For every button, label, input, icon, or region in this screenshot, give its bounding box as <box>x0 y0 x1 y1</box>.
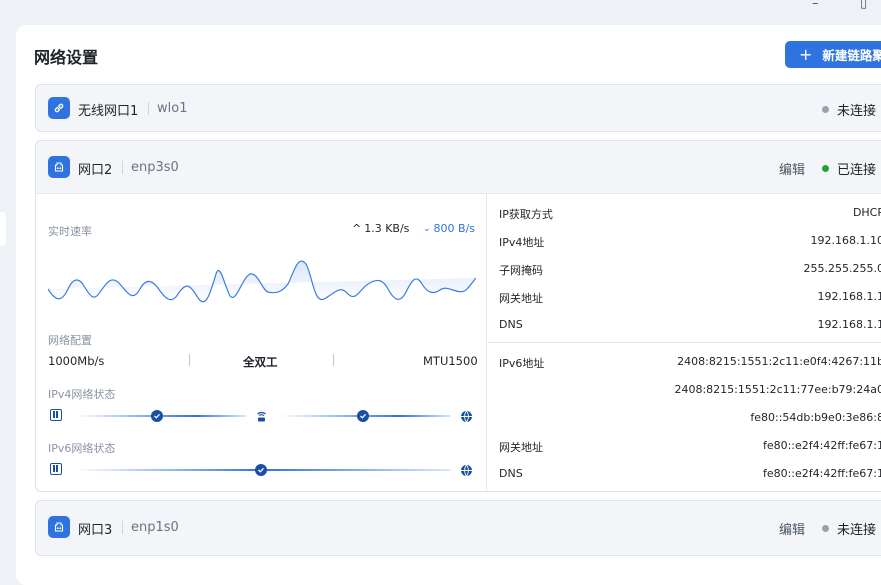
new-button-label: 新建链路聚合 <box>822 48 881 63</box>
page-title: 网络设置 <box>34 48 99 67</box>
subnet-mask-row: 子网掩码 255.255.255.0 <box>499 262 881 277</box>
status-text: 未连接 <box>837 523 877 538</box>
status-badge: 未连接 <box>822 519 876 538</box>
edit-button[interactable]: 编辑 <box>779 519 805 538</box>
link-icon <box>48 97 70 119</box>
port-device: enp3s0 <box>122 161 179 174</box>
minimize-button[interactable]: – <box>812 0 819 11</box>
port-device: wlo1 <box>148 102 187 115</box>
status-dot <box>822 165 829 172</box>
ipv6-gateway-row: 网关地址 fe80::e2f4:42ff:fe67:1 <box>499 439 881 454</box>
device-icon <box>50 463 62 475</box>
new-link-aggregation-button[interactable]: + 新建链路聚合 <box>785 41 881 68</box>
globe-icon <box>460 408 472 423</box>
edit-button[interactable]: 编辑 <box>779 159 805 178</box>
ipv4-status-label: IPv4网络状态 <box>48 388 116 401</box>
arrow-down-icon: ⌄ <box>423 223 431 234</box>
traffic-chart <box>48 260 476 303</box>
ipv6-address-row: IPv6地址 2408:8215:1551:2c11:e0f4:4267:11b <box>499 355 881 370</box>
mtu-value: MTU1500 <box>423 354 478 368</box>
ipv6-dns-row: DNS fe80::e2f4:42ff:fe67:1 <box>499 467 881 480</box>
check-icon <box>357 410 369 422</box>
address-pane: IP获取方式 DHCP IPv4地址 192.168.1.10 子网掩码 255.25… <box>488 194 881 491</box>
sidebar-edge <box>0 212 6 246</box>
net-config-label: 网络配置 <box>48 334 92 347</box>
divider <box>488 342 881 343</box>
ipv6-status-label: IPv6网络状态 <box>48 442 116 455</box>
status-text: 已连接 <box>837 163 877 178</box>
port-device: enp1s0 <box>122 521 179 534</box>
port-2-panel: 网口2 enp3s0 编辑 已连接 实时速率 ^ 1.3 KB/s ⌄ 800 … <box>35 140 881 492</box>
globe-icon <box>460 462 472 477</box>
traffic-pane: 实时速率 ^ 1.3 KB/s ⌄ 800 B/s 网络配置 1000Mb/s … <box>36 194 487 491</box>
check-icon <box>255 464 267 476</box>
ipv4-address-row: IPv4地址 192.168.1.10 <box>499 234 881 249</box>
download-speed: ⌄ 800 B/s <box>423 222 476 235</box>
port-name: 无线网口1 <box>78 104 139 119</box>
port-detail: 实时速率 ^ 1.3 KB/s ⌄ 800 B/s 网络配置 1000Mb/s … <box>36 193 881 491</box>
status-badge: 已连接 <box>822 159 876 178</box>
restore-button[interactable]: ▯ <box>860 0 867 11</box>
port-name: 网口3 <box>78 523 113 538</box>
status-dot <box>822 525 829 532</box>
arrow-up-icon: ^ <box>352 222 362 235</box>
status-badge: 未连接 <box>822 100 876 119</box>
status-dot <box>822 106 829 113</box>
duplex-mode: 全双工 <box>243 355 278 369</box>
divider <box>333 354 334 366</box>
ethernet-icon <box>48 516 70 538</box>
port-name: 网口2 <box>78 163 113 178</box>
wireless-port-panel[interactable]: 无线网口1 wlo1 未连接 <box>35 84 881 132</box>
check-icon <box>151 410 163 422</box>
port-3-panel[interactable]: 网口3 enp1s0 编辑 未连接 <box>35 500 881 556</box>
realtime-label: 实时速率 <box>48 225 92 238</box>
upload-speed: ^ 1.3 KB/s <box>352 222 410 235</box>
router-icon <box>255 408 267 422</box>
gateway-row: 网关地址 192.168.1.1 <box>499 290 881 305</box>
status-text: 未连接 <box>837 104 877 119</box>
ethernet-icon <box>48 156 70 178</box>
plus-icon: + <box>799 45 813 64</box>
device-icon <box>50 409 62 421</box>
link-speed: 1000Mb/s <box>48 354 105 368</box>
dns-row: DNS 192.168.1.1 <box>499 318 881 331</box>
divider <box>189 354 190 366</box>
ip-method-row: IP获取方式 DHCP <box>499 206 881 221</box>
